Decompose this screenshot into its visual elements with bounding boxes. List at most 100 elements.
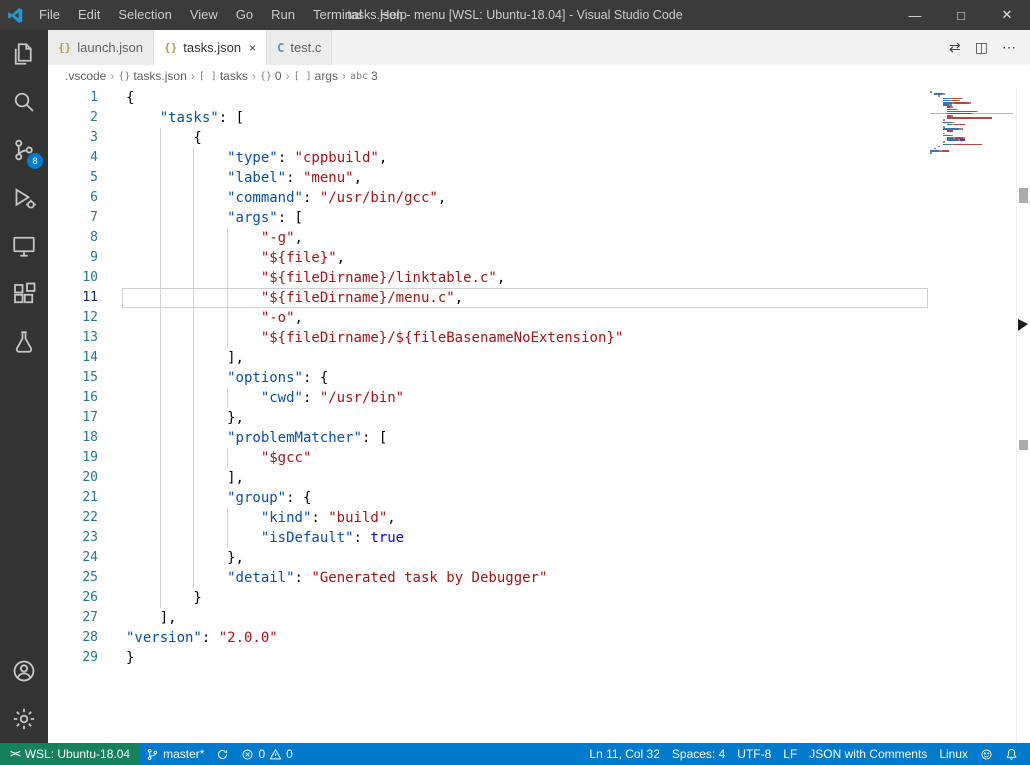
vertical-scrollbar[interactable] <box>1016 87 1030 743</box>
run-debug-icon[interactable] <box>0 174 48 222</box>
problems-status[interactable]: 0 0 <box>235 743 298 765</box>
code-area[interactable]: 1{2 "tasks": [3{4 "type": "cppbuild", 5 "lab… <box>48 87 928 743</box>
close-button[interactable]: ✕ <box>984 0 1030 30</box>
testing-icon[interactable] <box>0 318 48 366</box>
code-line[interactable]: 26} <box>48 588 928 608</box>
code-line[interactable]: 3{ <box>48 128 928 148</box>
breadcrumb-vscode[interactable]: .vscode <box>65 69 106 83</box>
string-symbol-icon: abc <box>349 70 369 82</box>
menu-file[interactable]: File <box>30 0 69 30</box>
breadcrumb-0[interactable]: {} 0 <box>260 69 282 83</box>
title-bar: File Edit Selection View Go Run Terminal… <box>0 0 1030 30</box>
line-number: 17 <box>82 410 98 425</box>
code-line[interactable]: 21 "group": { <box>48 488 928 508</box>
tab-launch-json[interactable]: {} launch.json <box>48 30 155 65</box>
menu-selection[interactable]: Selection <box>109 0 180 30</box>
overview-ruler-mark <box>1019 188 1028 203</box>
tab-test-c[interactable]: C test.c <box>267 30 333 65</box>
array-symbol-icon: [ ] <box>198 70 217 82</box>
editor[interactable]: 1{2 "tasks": [3{4 "type": "cppbuild", 5 "lab… <box>48 87 1030 743</box>
tab-tasks-json[interactable]: {} tasks.json × <box>154 30 268 65</box>
code-line[interactable]: 6 "command": "/usr/bin/gcc", <box>48 188 928 208</box>
line-number: 5 <box>90 170 98 185</box>
git-branch-status[interactable]: master* <box>140 743 210 765</box>
menu-go[interactable]: Go <box>227 0 262 30</box>
tab-close-icon[interactable]: × <box>249 41 256 55</box>
breadcrumb-3[interactable]: abc 3 <box>350 69 378 83</box>
line-number: 23 <box>82 530 98 545</box>
status-bar: >< WSL: Ubuntu-18.04 master* 0 0 Ln 11, … <box>0 743 1030 765</box>
code-line[interactable]: 5 "label": "menu", <box>48 168 928 188</box>
window-title: tasks.json - menu [WSL: Ubuntu-18.04] - … <box>347 8 683 22</box>
menu-run[interactable]: Run <box>262 0 304 30</box>
os-status[interactable]: Linux <box>933 743 974 765</box>
tab-label: tasks.json <box>183 40 242 55</box>
code-line[interactable]: 8 "-g", <box>48 228 928 248</box>
split-editor-icon[interactable]: ◫ <box>975 39 988 56</box>
code-line[interactable]: 18 "problemMatcher": [ <box>48 428 928 448</box>
code-line[interactable]: 1{ <box>48 88 928 108</box>
code-line[interactable]: 24}, <box>48 548 928 568</box>
code-line[interactable]: 22 "kind": "build", <box>48 508 928 528</box>
encoding-status[interactable]: UTF-8 <box>731 743 777 765</box>
minimap[interactable] <box>928 87 1016 743</box>
eol-status[interactable]: LF <box>777 743 803 765</box>
code-line[interactable]: 20], <box>48 468 928 488</box>
tab-label: test.c <box>290 40 322 55</box>
code-line[interactable]: 2 "tasks": [ <box>48 108 928 128</box>
line-number: 8 <box>90 230 98 245</box>
code-line[interactable]: 16 "cwd": "/usr/bin" <box>48 388 928 408</box>
code-line[interactable]: 19 "$gcc" <box>48 448 928 468</box>
branch-icon <box>147 748 158 760</box>
code-line[interactable]: 23 "isDefault": true <box>48 528 928 548</box>
extensions-icon[interactable] <box>0 270 48 318</box>
breadcrumb-tasks[interactable]: [ ] tasks <box>199 69 248 83</box>
line-number: 20 <box>82 470 98 485</box>
remote-indicator[interactable]: >< WSL: Ubuntu-18.04 <box>0 743 141 765</box>
code-line[interactable]: 14], <box>48 348 928 368</box>
breadcrumb-args[interactable]: [ ] args <box>294 69 338 83</box>
code-line[interactable]: 7 "args": [ <box>48 208 928 228</box>
code-line[interactable]: 12 "-o", <box>48 308 928 328</box>
code-line[interactable]: 25 "detail": "Generated task by Debugger" <box>48 568 928 588</box>
code-line[interactable]: 28 "version": "2.0.0" <box>48 628 928 648</box>
open-changes-icon[interactable]: ⇄ <box>949 39 961 56</box>
code-line[interactable]: 10 "${fileDirname}/linktable.c", <box>48 268 928 288</box>
remote-explorer-icon[interactable] <box>0 222 48 270</box>
editor-actions: ⇄ ◫ ⋯ <box>949 30 1030 65</box>
line-number: 10 <box>82 270 98 285</box>
line-number: 27 <box>82 610 98 625</box>
indentation-status[interactable]: Spaces: 4 <box>666 743 731 765</box>
settings-gear-icon[interactable] <box>0 695 48 743</box>
remote-icon: >< <box>10 748 21 760</box>
vscode-window: File Edit Selection View Go Run Terminal… <box>0 0 1030 765</box>
cursor-position-status[interactable]: Ln 11, Col 32 <box>583 743 666 765</box>
notifications-bell-icon[interactable] <box>999 743 1024 765</box>
language-mode-status[interactable]: JSON with Comments <box>803 743 933 765</box>
search-icon[interactable] <box>0 78 48 126</box>
more-actions-icon[interactable]: ⋯ <box>1002 39 1016 56</box>
source-control-icon[interactable]: 8 <box>0 126 48 174</box>
accounts-icon[interactable] <box>0 647 48 695</box>
code-line[interactable]: 4 "type": "cppbuild", <box>48 148 928 168</box>
code-line[interactable]: 27], <box>48 608 928 628</box>
code-line[interactable]: 15 "options": { <box>48 368 928 388</box>
breadcrumb: .vscode › {} tasks.json › [ ] tasks › {} 0 … <box>48 65 1030 87</box>
explorer-icon[interactable] <box>0 30 48 78</box>
maximize-button[interactable]: □ <box>938 0 984 30</box>
line-number: 24 <box>82 550 98 565</box>
code-line[interactable]: 9 "${file}", <box>48 248 928 268</box>
code-line[interactable]: 11 "${fileDirname}/menu.c", <box>48 288 928 308</box>
warnings-icon <box>269 748 282 759</box>
array-symbol-icon: [ ] <box>293 70 312 82</box>
sync-status[interactable] <box>210 743 235 765</box>
breadcrumb-tasks-json[interactable]: {} tasks.json <box>118 69 186 83</box>
menu-edit[interactable]: Edit <box>69 0 109 30</box>
code-line[interactable]: 17}, <box>48 408 928 428</box>
line-number: 12 <box>82 310 98 325</box>
feedback-icon[interactable] <box>974 743 999 765</box>
minimize-button[interactable]: — <box>892 0 938 30</box>
code-line[interactable]: 29} <box>48 648 928 668</box>
code-line[interactable]: 13 "${fileDirname}/${fileBasenameNoExtens… <box>48 328 928 348</box>
menu-view[interactable]: View <box>181 0 227 30</box>
